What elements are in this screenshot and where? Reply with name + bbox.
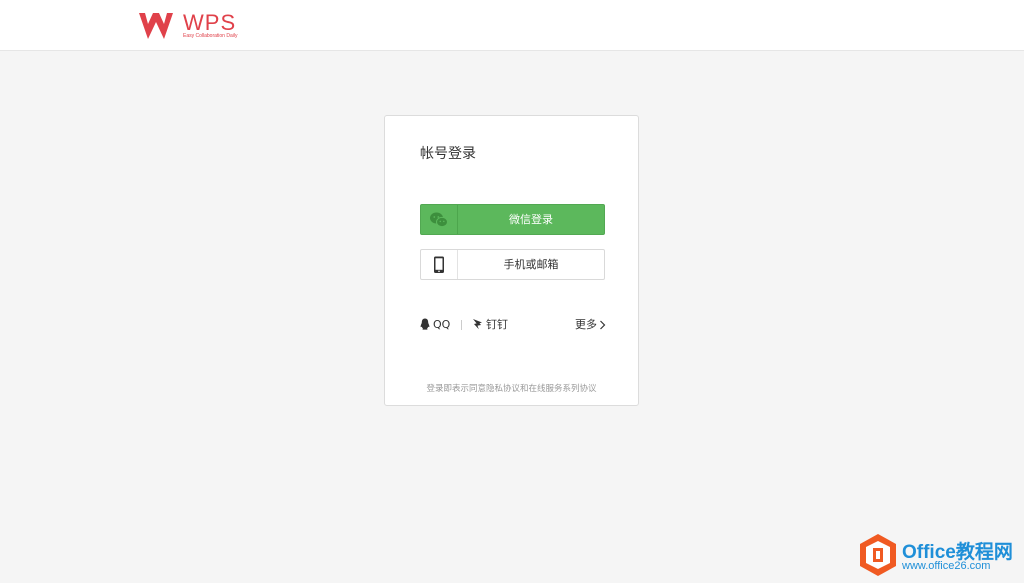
qq-login-link[interactable]: QQ [420,317,450,333]
login-card: 帐号登录 微信登录 手机或邮箱 QQ 钉钉 更多 登录即表示同意隐私协议和在线服… [384,115,639,406]
wps-logo[interactable]: WPS Easy Collaboration Daily [137,10,247,42]
wps-logo-icon [139,13,173,39]
alternative-login-row: QQ 钉钉 更多 [420,317,606,333]
office-logo-icon [860,534,896,576]
alt-separator [461,320,462,330]
dingtalk-login-label: 钉钉 [486,318,508,331]
qq-login-label: QQ [433,318,451,331]
qq-penguin-icon [420,318,430,330]
phone-icon-cell [421,250,458,279]
login-title: 帐号登录 [420,146,476,162]
phone-email-login-label: 手机或邮箱 [503,258,559,271]
logo-tagline: Easy Collaboration Daily [183,33,238,39]
top-bar: WPS Easy Collaboration Daily [0,0,1024,51]
watermark: Office教程网 www.office26.com [858,533,1024,579]
agreement-text: 登录即表示同意隐私协议和在线服务系列协议 [426,384,597,394]
more-login-label: 更多 [575,318,597,331]
wechat-login-label: 微信登录 [509,213,553,226]
chevron-right-icon [600,320,606,330]
wechat-icon-cell [421,205,458,234]
dingtalk-login-link[interactable]: 钉钉 [472,317,508,333]
wechat-login-button[interactable]: 微信登录 [420,204,605,235]
more-login-options-link[interactable]: 更多 [575,317,609,333]
watermark-url: www.office26.com [902,560,991,572]
dingtalk-icon [473,319,482,330]
phone-email-login-button[interactable]: 手机或邮箱 [420,249,605,280]
wechat-icon [430,212,448,228]
mobile-phone-icon [434,256,444,273]
